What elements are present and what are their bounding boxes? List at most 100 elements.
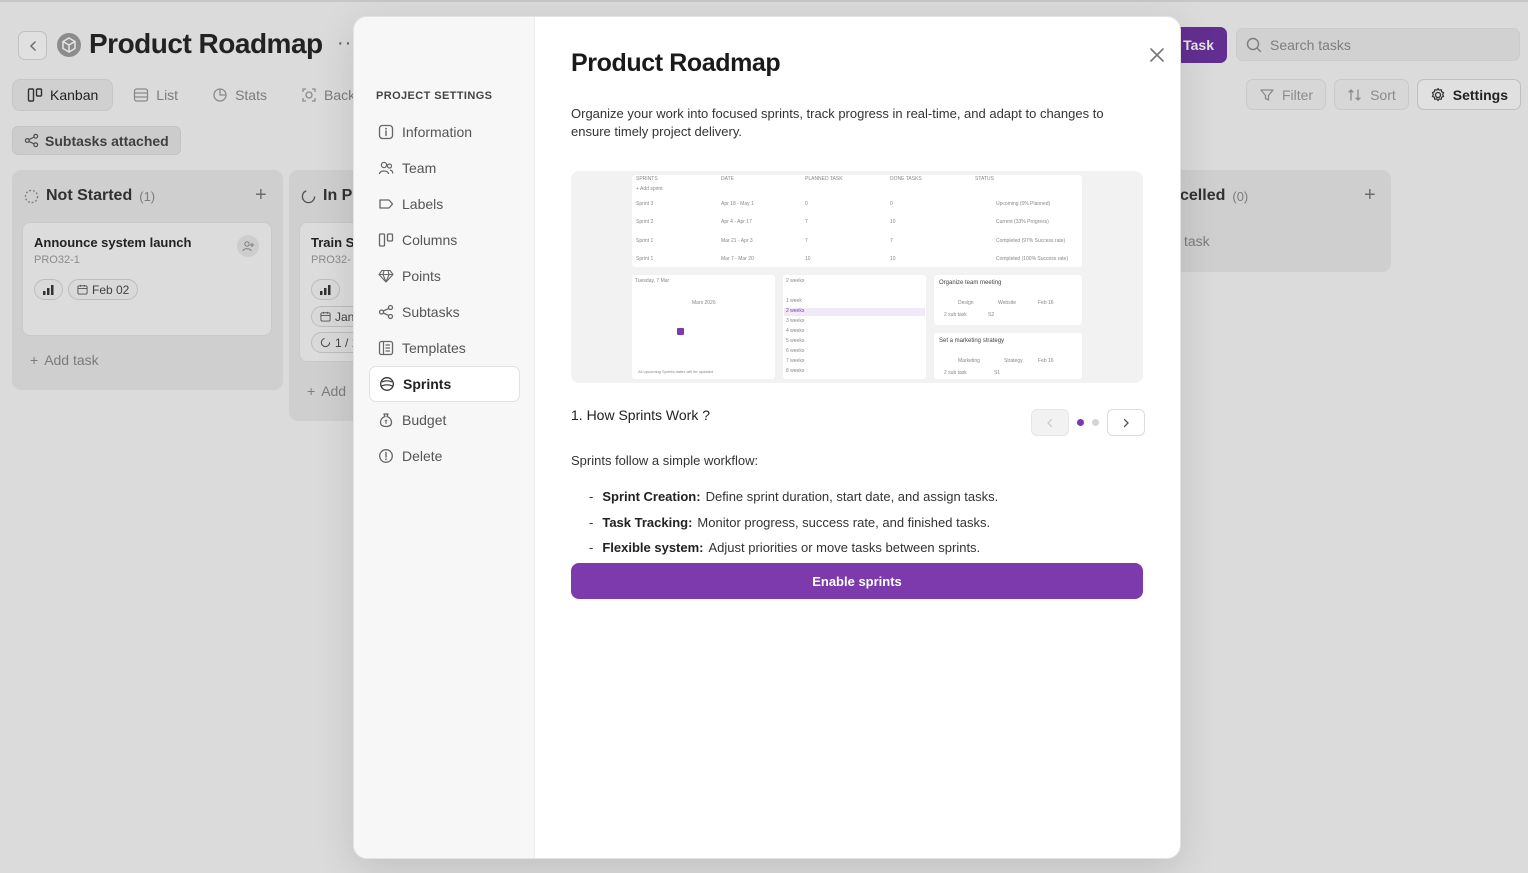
preview-cell: 10 — [805, 256, 811, 262]
preview-tag: Design — [958, 300, 974, 306]
sidebar-item-label: Sprints — [403, 376, 452, 392]
workflow-term: Flexible system: — [602, 540, 704, 556]
alert-circle-icon — [379, 449, 393, 463]
close-button[interactable] — [1146, 44, 1168, 66]
preview-cell: Mar 21 - Apr 3 — [721, 238, 753, 244]
settings-sidebar: PROJECT SETTINGS Information Team Labels… — [354, 17, 535, 858]
preview-cell: Sprint 3 — [636, 201, 654, 207]
preview-cell: Sprint 1 — [636, 256, 654, 262]
preview-tag: Website — [998, 300, 1016, 306]
preview-duration: 3 weeks — [786, 318, 805, 324]
preview-cell: 10 — [890, 256, 896, 262]
project-settings-modal: PROJECT SETTINGS Information Team Labels… — [353, 16, 1181, 859]
preview-sprint-badge: S2 — [988, 312, 995, 318]
chevron-right-icon — [1123, 418, 1129, 427]
sidebar-item-label: Delete — [402, 448, 443, 464]
columns-icon — [378, 233, 394, 247]
sidebar-item-team[interactable]: Team — [369, 150, 520, 186]
workflow-term: Sprint Creation: — [602, 489, 701, 505]
sidebar-heading: PROJECT SETTINGS — [376, 90, 493, 102]
modal-description: Organize your work into focused sprints,… — [571, 106, 1104, 139]
previous-slide-button[interactable] — [1031, 409, 1069, 436]
info-icon — [378, 124, 394, 140]
preview-cell: Apr 18 - May 1 — [721, 201, 754, 207]
preview-duration: 6 weeks — [786, 348, 805, 354]
preview-tag: Strategy — [1004, 358, 1023, 364]
preview-tag: Feb 16 — [1038, 358, 1054, 364]
preview-duration-list: 2 weeks 1 week 2 weeks 3 weeks 4 weeks 5… — [783, 275, 926, 379]
preview-cell: 7 — [805, 238, 808, 244]
modal-title: Product Roadmap — [571, 49, 781, 77]
templates-icon — [378, 340, 394, 356]
preview-header: STATUS — [975, 176, 994, 182]
preview-cell: Mar 7 - Mar 20 — [721, 256, 754, 262]
chevron-left-icon — [1047, 418, 1053, 427]
sidebar-item-budget[interactable]: Budget — [369, 402, 520, 438]
preview-cell: Sprint 2 — [636, 219, 654, 225]
sidebar-item-subtasks[interactable]: Subtasks — [369, 294, 520, 330]
label-icon — [379, 199, 394, 209]
sprints-preview-image: SPRINTS DATE PLANNED TASK DONE TASKS STA… — [571, 171, 1143, 383]
sidebar-item-delete[interactable]: Delete — [369, 438, 520, 474]
next-slide-button[interactable] — [1107, 409, 1145, 436]
preview-add-sprint: + Add sprint — [636, 186, 663, 192]
sidebar-item-label: Information — [402, 124, 473, 140]
preview-duration-field: 2 weeks — [786, 278, 805, 284]
list-item: - Task Tracking: Monitor progress, success… — [589, 514, 991, 530]
preview-duration: 7 weeks — [786, 358, 805, 364]
workflow-list: - Sprint Creation: Define sprint duration,… — [589, 484, 998, 561]
close-icon — [1150, 48, 1164, 62]
sidebar-item-labels[interactable]: Labels — [369, 186, 520, 222]
sidebar-item-label: Labels — [402, 196, 444, 212]
budget-icon — [379, 413, 393, 428]
preview-cell: 0 — [805, 201, 808, 207]
preview-date-field: Tuesday, 7 Mar — [635, 278, 670, 284]
preview-duration: 4 weeks — [786, 328, 805, 334]
list-item: - Sprint Creation: Define sprint duration,… — [589, 489, 999, 505]
sidebar-item-label: Subtasks — [402, 304, 460, 320]
sidebar-item-label: Points — [402, 268, 441, 284]
preview-calendar-note: All upcoming Sprints dates will be updat… — [638, 369, 714, 374]
preview-subtask: 2 sub task — [944, 312, 967, 318]
preview-task-card: Organize team meeting Design Website Feb… — [934, 275, 1082, 325]
sidebar-item-label: Templates — [402, 340, 466, 356]
preview-subtask: 2 sub task — [944, 370, 967, 376]
workflow-intro: Sprints follow a simple workflow: — [571, 453, 759, 468]
preview-task-title: Organize team meeting — [939, 280, 1002, 286]
sidebar-item-information[interactable]: Information — [369, 114, 520, 150]
preview-duration-highlight — [784, 308, 925, 316]
preview-task-card: Set a marketing strategy Marketing Strat… — [934, 333, 1082, 379]
sidebar-item-label: Budget — [402, 412, 447, 428]
enable-sprints-button[interactable]: Enable sprints — [571, 563, 1143, 599]
sidebar-item-label: Team — [402, 160, 437, 176]
sidebar-item-label: Columns — [402, 232, 458, 248]
sidebar-item-sprints[interactable]: Sprints — [369, 366, 520, 402]
workflow-text: Monitor progress, success rate, and fini… — [697, 514, 991, 530]
preview-duration: 2 weeks — [786, 308, 805, 314]
preview-sprints-table: SPRINTS DATE PLANNED TASK DONE TASKS STA… — [632, 175, 1082, 267]
carousel-pager — [1031, 409, 1145, 436]
preview-task-title: Set a marketing strategy — [939, 338, 1005, 344]
slide-dot-active[interactable] — [1077, 419, 1084, 426]
preview-duration: 5 weeks — [786, 338, 805, 344]
workflow-term: Task Tracking: — [602, 514, 693, 530]
sidebar-item-points[interactable]: Points — [369, 258, 520, 294]
preview-tag: Feb 16 — [1038, 300, 1054, 306]
preview-duration: 1 week — [786, 298, 802, 304]
sidebar-item-templates[interactable]: Templates — [369, 330, 520, 366]
step-title: 1. How Sprints Work ? — [571, 407, 711, 423]
preview-cell: 10 — [890, 219, 896, 225]
preview-cell: 7 — [805, 219, 808, 225]
preview-cell: 0 — [890, 201, 893, 207]
preview-month: Mars 2026 — [692, 300, 716, 306]
preview-duration: 8 weeks — [786, 368, 805, 374]
preview-cell: Completed (97% Success rate) — [996, 238, 1066, 244]
slide-dot[interactable] — [1092, 419, 1099, 426]
sidebar-item-columns[interactable]: Columns — [369, 222, 520, 258]
sprint-icon — [380, 377, 394, 391]
diamond-icon — [378, 269, 394, 283]
preview-cell: Completed (100% Success rate) — [996, 256, 1068, 262]
preview-cell: Current (33% Progress) — [996, 219, 1049, 225]
preview-tag: Marketing — [958, 358, 980, 364]
preview-selected-day — [677, 328, 684, 335]
